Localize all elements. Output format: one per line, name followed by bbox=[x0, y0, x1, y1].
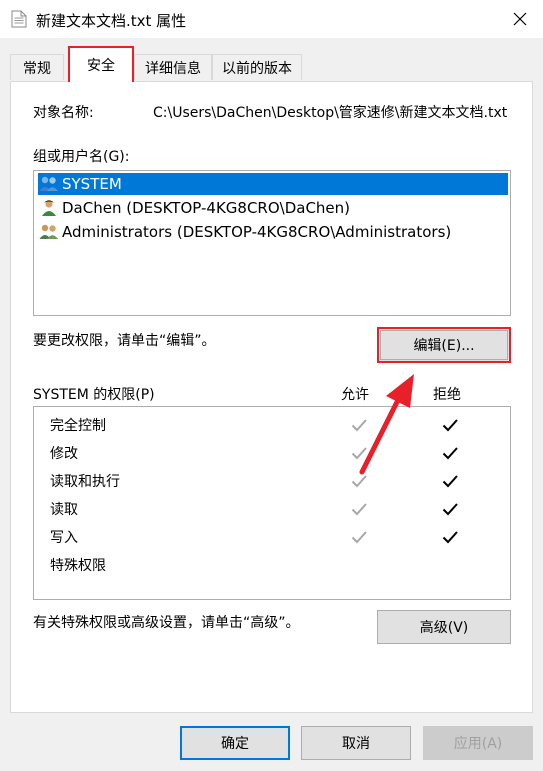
cancel-button[interactable]: 取消 bbox=[301, 726, 411, 760]
permission-row: 读取和执行 bbox=[34, 469, 512, 493]
permission-row: 读取 bbox=[34, 497, 512, 521]
permission-name: 读取 bbox=[50, 502, 78, 518]
tab-previous-versions[interactable]: 以前的版本 bbox=[212, 54, 302, 80]
deny-check-icon bbox=[441, 444, 459, 462]
advanced-hint: 有关特殊权限或高级设置，请单击“高级”。 bbox=[33, 615, 300, 631]
permission-name: 特殊权限 bbox=[50, 558, 106, 574]
permission-row: 写入 bbox=[34, 525, 512, 549]
list-item-administrators[interactable]: Administrators (DESKTOP-4KG8CRO\Administ… bbox=[38, 221, 451, 243]
tab-details[interactable]: 详细信息 bbox=[134, 54, 212, 80]
groups-label: 组或用户名(G): bbox=[33, 149, 130, 165]
group-users-icon bbox=[38, 173, 60, 195]
group-users-icon bbox=[38, 221, 60, 243]
object-name-value: C:\Users\DaChen\Desktop\管家速修\新建文本文档.txt bbox=[153, 105, 508, 121]
object-name-label: 对象名称: bbox=[33, 105, 94, 121]
deny-check-icon bbox=[441, 416, 459, 434]
change-permissions-hint: 要更改权限，请单击“编辑”。 bbox=[33, 333, 216, 349]
deny-check-icon bbox=[441, 472, 459, 490]
permissions-header: SYSTEM 的权限(P) bbox=[33, 387, 155, 403]
edit-button[interactable]: 编辑(E)... bbox=[377, 327, 511, 363]
close-button[interactable] bbox=[497, 0, 543, 38]
user-icon bbox=[38, 197, 60, 219]
permission-row: 特殊权限 bbox=[34, 553, 512, 577]
user-name: Administrators (DESKTOP-4KG8CRO\Administ… bbox=[62, 223, 452, 241]
deny-check-icon bbox=[441, 500, 459, 518]
tab-security[interactable]: 安全 bbox=[68, 46, 134, 82]
allow-header: 允许 bbox=[341, 387, 369, 403]
deny-check-icon bbox=[441, 528, 459, 546]
apply-button[interactable]: 应用(A) bbox=[423, 726, 533, 760]
permission-row: 完全控制 bbox=[34, 413, 512, 437]
permissions-list: 完全控制修改读取和执行读取写入特殊权限 bbox=[33, 406, 511, 600]
ok-button[interactable]: 确定 bbox=[180, 726, 290, 760]
user-name: DaChen (DESKTOP-4KG8CRO\DaChen) bbox=[62, 199, 351, 217]
text-document-icon bbox=[11, 10, 27, 32]
allow-check-icon bbox=[350, 500, 368, 518]
permission-name: 写入 bbox=[50, 530, 78, 546]
window-title: 新建文本文档.txt 属性 bbox=[36, 12, 187, 30]
user-name: SYSTEM bbox=[62, 175, 122, 193]
deny-header: 拒绝 bbox=[433, 387, 461, 403]
allow-check-icon bbox=[350, 528, 368, 546]
security-panel: 对象名称: C:\Users\DaChen\Desktop\管家速修\新建文本文… bbox=[10, 81, 533, 713]
allow-check-icon bbox=[350, 472, 368, 490]
allow-check-icon bbox=[350, 416, 368, 434]
allow-check-icon bbox=[350, 444, 368, 462]
title-bar: 新建文本文档.txt 属性 bbox=[0, 0, 543, 38]
permission-name: 读取和执行 bbox=[50, 474, 120, 490]
tab-general[interactable]: 常规 bbox=[10, 54, 64, 80]
permission-name: 修改 bbox=[50, 446, 78, 462]
list-item-dachen[interactable]: DaChen (DESKTOP-4KG8CRO\DaChen) bbox=[38, 197, 350, 219]
permission-name: 完全控制 bbox=[50, 418, 106, 434]
advanced-button[interactable]: 高级(V) bbox=[377, 610, 511, 644]
permission-row: 修改 bbox=[34, 441, 512, 465]
list-item-system[interactable]: SYSTEM bbox=[38, 173, 508, 195]
close-icon bbox=[513, 12, 527, 26]
users-listbox[interactable]: SYSTEM DaChen (DESKTOP-4KG8CRO\DaChen) A… bbox=[33, 170, 511, 316]
